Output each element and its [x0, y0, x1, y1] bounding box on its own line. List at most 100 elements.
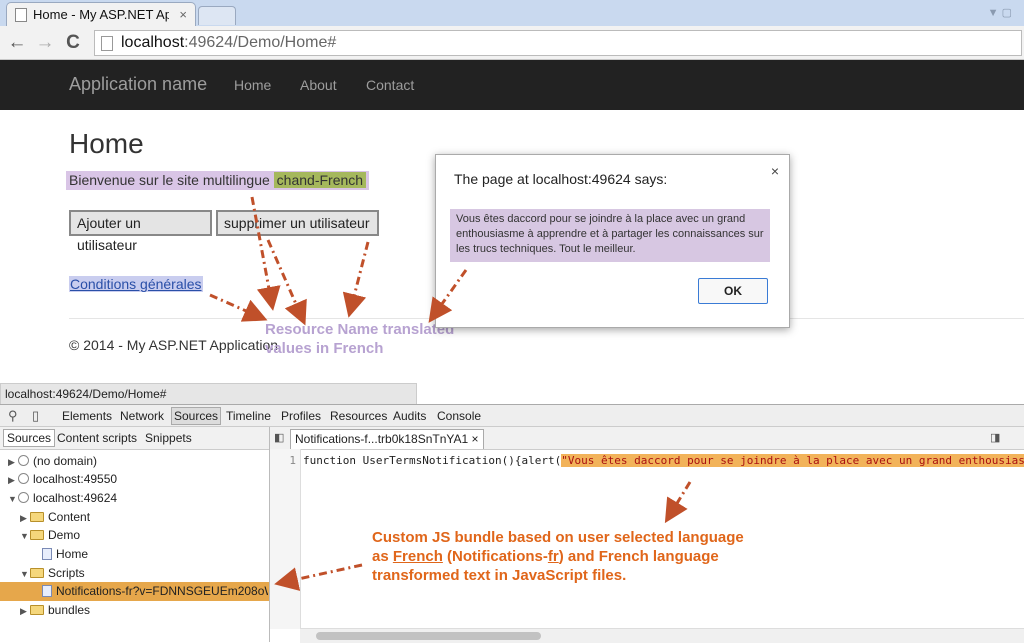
chevron-right-icon[interactable]: ▶ — [8, 471, 18, 489]
alert-dialog: The page at localhost:49624 says: × Vous… — [435, 154, 790, 328]
tree-item-bundles[interactable]: ▶ bundles — [20, 601, 90, 619]
window-controls-icon: ▼ ▢ — [987, 7, 1012, 19]
tab-network[interactable]: Network — [120, 409, 164, 423]
url-path: :49624/Demo/Home# — [184, 34, 337, 51]
tree-item-host2[interactable]: ▼ localhost:49624 — [8, 489, 117, 507]
browser-toolbar: ← → C localhost:49624/Demo/Home# — [0, 26, 1024, 60]
resource-annotation-line2: values in French — [265, 340, 384, 357]
code-line[interactable]: function UserTermsNotification(){alert("… — [303, 454, 1024, 467]
file-tab-label: Notifications-f...trb0k18SnTnYA1 — [295, 432, 469, 446]
folder-icon — [30, 512, 44, 522]
browser-tab[interactable]: Home - My ASP.NET Appl × — [6, 2, 196, 26]
welcome-highlight: chand-French — [273, 172, 367, 188]
delete-user-button[interactable]: supprimer un utilisateur — [216, 210, 379, 236]
line-number: 1 — [289, 454, 296, 467]
bundle-note-mid: (Notifications- — [442, 548, 548, 565]
device-icon[interactable]: ▯ — [32, 408, 39, 424]
devtools-toolbar: ⚲ ▯ Elements Network Sources Timeline Pr… — [0, 404, 1024, 427]
address-bar[interactable]: localhost:49624/Demo/Home# — [94, 30, 1022, 56]
tree-item-host1[interactable]: ▶ localhost:49550 — [8, 470, 117, 488]
back-icon[interactable]: ← — [6, 32, 28, 54]
chevron-right-icon[interactable]: ▶ — [20, 602, 30, 620]
status-bar-url: localhost:49624/Demo/Home# — [0, 383, 417, 405]
tree-item-no-domain[interactable]: ▶ (no domain) — [8, 452, 97, 470]
page-icon — [101, 35, 113, 51]
folder-icon — [30, 605, 44, 615]
tree-label: Scripts — [48, 566, 85, 580]
tree-label: (no domain) — [33, 454, 98, 468]
tab-content-scripts[interactable]: Content scripts — [57, 431, 137, 445]
toggle-navigator-icon[interactable]: ◧ — [274, 431, 284, 444]
resource-annotation-line1: Resource Name translated — [265, 321, 455, 338]
nav-link-contact[interactable]: Contact — [366, 77, 414, 93]
tab-resources[interactable]: Resources — [330, 409, 387, 423]
tree-label: Demo — [48, 528, 81, 542]
navigator-tabs: Sources Content scripts Snippets — [0, 427, 269, 450]
line-gutter: 1 — [270, 449, 301, 629]
folder-icon — [30, 530, 44, 540]
globe-icon — [18, 473, 29, 484]
editor-file-tab[interactable]: Notifications-f...trb0k18SnTnYA1 × — [290, 429, 484, 449]
new-tab-button[interactable] — [198, 6, 236, 25]
nav-link-about[interactable]: About — [300, 77, 337, 93]
tab-console[interactable]: Console — [437, 409, 481, 423]
page-title: Home — [69, 128, 144, 159]
resource-annotation: Resource Name translated values in Frenc… — [265, 320, 454, 358]
ok-button[interactable]: OK — [698, 278, 768, 304]
arrow-to-terms — [209, 293, 268, 322]
bundle-note-fr: fr — [547, 548, 559, 565]
globe-icon — [18, 492, 29, 503]
welcome-text: Bienvenue sur le site multilingue chand-… — [66, 171, 370, 190]
chevron-right-icon[interactable]: ▶ — [20, 509, 30, 527]
site-navbar: Application name Home About Contact — [0, 60, 1024, 110]
tree-label: localhost:49624 — [33, 491, 118, 505]
chevron-down-icon[interactable]: ▼ — [8, 490, 18, 508]
url-host: localhost — [121, 34, 185, 51]
arrow-to-delete-button — [342, 241, 370, 318]
chevron-right-icon[interactable]: ▶ — [8, 453, 18, 471]
tree-item-home[interactable]: Home — [42, 545, 88, 563]
browser-tab-title: Home - My ASP.NET Appl — [33, 7, 169, 22]
terms-link[interactable]: Conditions générales — [69, 276, 203, 292]
tree-item-notifications[interactable]: Notifications-fr?v=FDNNSGEUEm208oW — [42, 582, 268, 600]
sources-navigator: Sources Content scripts Snippets ▶ (no do… — [0, 427, 270, 642]
tree-item-content[interactable]: ▶ Content — [20, 508, 90, 526]
editor-tabs: ◧ Notifications-f...trb0k18SnTnYA1 × ◨ — [270, 427, 1024, 450]
toggle-debugger-icon[interactable]: ◨ — [990, 431, 1000, 444]
dialog-title: The page at localhost:49624 says: — [454, 171, 668, 187]
add-user-button[interactable]: Ajouter un utilisateur — [69, 210, 212, 253]
tree-label: bundles — [48, 603, 91, 617]
footer-text: © 2014 - My ASP.NET Application — [69, 337, 279, 353]
scrollbar-thumb[interactable] — [316, 632, 541, 640]
tab-sources-panel[interactable]: Sources — [3, 429, 56, 447]
tree-label: Notifications-fr?v=FDNNSGEUEm208oW — [56, 584, 268, 598]
reload-icon[interactable]: C — [62, 32, 84, 54]
tree-item-scripts[interactable]: ▼ Scripts — [20, 564, 85, 582]
bundle-annotation: Custom JS bundle based on user selected … — [372, 528, 752, 585]
tab-snippets[interactable]: Snippets — [145, 431, 192, 445]
tab-timeline[interactable]: Timeline — [226, 409, 271, 423]
close-icon[interactable]: × — [179, 7, 187, 22]
search-icon[interactable]: ⚲ — [8, 408, 18, 424]
close-icon[interactable]: × — [472, 432, 479, 446]
tree-label: Content — [48, 510, 91, 524]
file-icon — [42, 585, 52, 597]
horizontal-scrollbar[interactable] — [300, 628, 1024, 643]
tab-sources[interactable]: Sources — [171, 407, 222, 425]
tree-item-demo[interactable]: ▼ Demo — [20, 526, 80, 544]
code-prefix: function UserTermsNotification(){alert( — [303, 454, 562, 467]
page-icon — [15, 7, 27, 22]
tree-label: Home — [56, 547, 89, 561]
tab-elements[interactable]: Elements — [62, 409, 112, 423]
code-string: "Vous êtes daccord pour se joindre à la … — [561, 454, 1024, 467]
brand-link[interactable]: Application name — [69, 74, 207, 95]
tab-profiles[interactable]: Profiles — [281, 409, 321, 423]
globe-icon — [18, 455, 29, 466]
close-icon[interactable]: × — [771, 163, 779, 179]
forward-icon[interactable]: → — [34, 32, 56, 54]
chevron-down-icon[interactable]: ▼ — [20, 565, 30, 583]
arrow-to-add-button — [266, 239, 307, 326]
tab-audits[interactable]: Audits — [393, 409, 426, 423]
nav-link-home[interactable]: Home — [234, 77, 271, 93]
chevron-down-icon[interactable]: ▼ — [20, 527, 30, 545]
